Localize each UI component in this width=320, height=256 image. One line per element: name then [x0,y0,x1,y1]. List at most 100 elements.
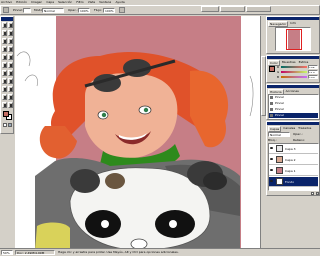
path-selection-tool-icon[interactable] [2,78,7,84]
history-panel: Historia Acciones Pincel Pincel Pincel Pinc… [266,84,320,120]
color-channel-value[interactable]: 195 [308,65,318,69]
foreground-color-swatch[interactable] [3,111,9,117]
layer-opacity-label: Opac.: [293,132,303,136]
crop-tool-glyph [4,40,6,43]
brush-tool-icon[interactable] [3,7,9,13]
document-window[interactable] [15,16,266,250]
slice-tool-icon[interactable] [8,38,13,44]
eyedropper-tool-icon[interactable] [8,94,13,100]
type-tool-glyph [10,80,12,83]
history-item-label: Pincel [275,113,284,117]
navigator-view-box[interactable] [286,29,302,50]
tab-brushes[interactable]: Pinceles [201,6,220,23]
status-bar: 50% Doc: 2,49M/4,99M Haga clic y arrastr… [0,248,320,256]
opacity-value: 100% [80,9,89,13]
visibility-eye-icon[interactable] [270,158,273,160]
layer-thumbnail [276,156,283,163]
brush-preset-picker[interactable] [23,8,31,13]
healing-brush-tool-icon[interactable] [2,46,7,52]
layer-row[interactable]: Capa 3 [269,144,318,154]
hand-tool-icon[interactable] [2,102,7,108]
toolbox-header [1,17,13,21]
layer-blend-mode-select[interactable]: Normal [268,132,290,137]
color-channel-row: R 195 [277,65,319,69]
history-brush-tool-icon[interactable] [8,54,13,60]
history-item[interactable]: Pincel [269,95,318,100]
lasso-tool-glyph [4,32,6,35]
brush-history-icon [270,102,273,105]
color-channel-row: G 110 [277,70,319,74]
color-fg-swatch[interactable] [269,66,275,72]
eraser-tool-icon[interactable] [2,62,7,68]
zoom-field[interactable]: 50% [1,250,13,255]
palette-well: Pinceles Ajustes herr. Comp. capas [201,6,319,23]
brush-tool-icon[interactable] [8,46,13,52]
history-item[interactable]: Pincel [269,101,318,106]
notes-tool-icon[interactable] [2,94,7,100]
color-panel: Color Muestras Estilos R 195 G 110 B 100 [266,55,320,83]
color-channel-slider[interactable] [281,71,307,73]
layer-fill-label: Relleno: [293,138,306,142]
dodge-tool-icon[interactable] [8,70,13,76]
visibility-eye-icon[interactable] [270,147,273,149]
move-tool-icon[interactable] [8,22,13,28]
color-channel-value[interactable]: 100 [308,75,318,79]
brush-label: Pincel: [13,8,23,12]
pen-tool-glyph [4,88,6,91]
zoom-tool-glyph [10,104,12,107]
opacity-field[interactable]: 100% [78,8,90,13]
color-channel-value[interactable]: 110 [308,70,318,74]
tab-tool-presets[interactable]: Ajustes herr. [220,6,245,23]
yellow-bag [35,222,70,250]
color-channel-slider[interactable] [281,66,307,68]
layer-row[interactable]: Capa 1 [269,166,318,176]
color-panel-titlebar [267,56,319,59]
color-channel-label: G [277,70,280,74]
dodge-tool-glyph [10,72,12,75]
history-item[interactable]: Pincel [269,113,318,118]
tab-layer-comps[interactable]: Comp. capas [245,6,272,23]
new-layer-icon[interactable] [311,192,314,195]
airbrush-icon[interactable] [119,7,125,13]
layer-row[interactable]: Capa 2 [269,155,318,165]
mode-select[interactable]: Normal [42,8,64,13]
panda-eye-right [169,220,177,228]
magic-wand-tool-icon[interactable] [8,30,13,36]
marquee-tool-icon[interactable] [2,22,7,28]
pen-tool-icon[interactable] [2,86,7,92]
marquee-tool-glyph [4,24,6,27]
history-list: Pincel Pincel Pincel Pincel [268,94,319,119]
lasso-tool-icon[interactable] [2,30,7,36]
screen-mode-icon[interactable] [8,123,12,127]
brush-history-icon [270,114,273,117]
gradient-tool-icon[interactable] [8,62,13,68]
visibility-eye-icon[interactable] [270,169,273,171]
type-tool-icon[interactable] [8,78,13,84]
shape-tool-glyph [10,88,12,91]
visibility-eye-icon[interactable] [270,180,273,182]
blur-tool-icon[interactable] [2,70,7,76]
layer-lock-label: Bloq.: [268,138,277,142]
layer-row[interactable]: Fondo [269,177,318,187]
eraser-tool-glyph [4,64,6,67]
color-channel-slider[interactable] [281,76,307,78]
history-panel-titlebar [267,85,319,88]
move-tool-glyph [10,24,12,27]
path-selection-tool-glyph [4,80,6,83]
photoshop-window: Archivo Edición Imagen Capa Selección Fi… [0,0,320,256]
layers-panel: Capas Canales Trazados Normal Opac.: Blo… [266,121,320,196]
trash-icon[interactable] [316,192,319,195]
quick-mask-icon[interactable] [3,123,7,127]
history-item[interactable]: Pincel [269,107,318,112]
navigator-thumbnail[interactable] [275,27,311,51]
history-item-label: Pincel [275,95,284,99]
crop-tool-icon[interactable] [2,38,7,44]
layers-panel-titlebar [267,122,319,125]
brush-history-icon [270,108,273,111]
shape-tool-icon[interactable] [8,86,13,92]
flow-field[interactable]: 100% [103,8,115,13]
brush-tool-glyph [10,48,12,51]
zoom-tool-icon[interactable] [8,102,13,108]
iris-right [143,107,149,113]
clone-stamp-tool-icon[interactable] [2,54,7,60]
